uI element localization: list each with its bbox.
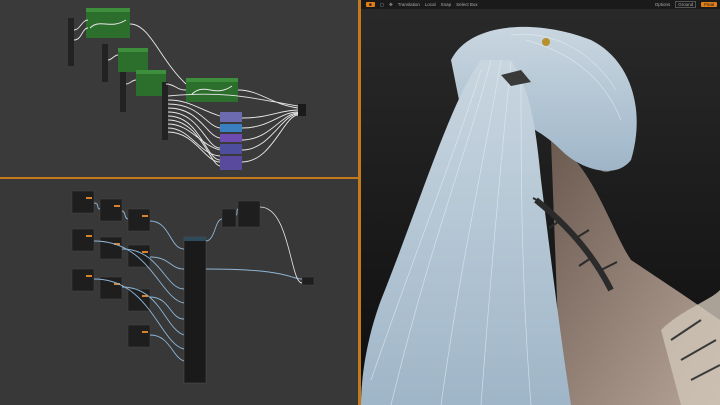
node-upper-group[interactable] [221, 200, 315, 286]
node-list-3[interactable] [120, 72, 126, 112]
node-list-4[interactable] [162, 82, 168, 140]
toolbar-ground[interactable]: Ground [675, 1, 697, 8]
node-color-stack[interactable] [220, 112, 242, 170]
toolbar-snap[interactable]: Snap [441, 2, 452, 7]
toolbar-translation[interactable]: Translation [398, 2, 420, 7]
node-graph-bottom-canvas[interactable] [0, 179, 358, 405]
viewport-toolbar: ■ ▢ ✥ Translation Local Snap Select Box … [361, 0, 720, 9]
node-large-list[interactable] [183, 236, 207, 384]
node-list-1[interactable] [68, 18, 74, 66]
node-output[interactable] [298, 104, 306, 116]
node-green-4[interactable] [186, 78, 238, 102]
viewport-render [361, 0, 720, 405]
node-green-1[interactable] [86, 8, 130, 38]
toolbar-select[interactable]: Select Box [456, 2, 478, 7]
move-icon[interactable]: ✥ [389, 2, 393, 8]
node-graph-bottom-panel[interactable] [0, 179, 358, 405]
toolbar-render[interactable]: Final [701, 2, 717, 7]
3d-viewport[interactable]: ■ ▢ ✥ Translation Local Snap Select Box … [361, 0, 720, 405]
node-small-group[interactable] [71, 190, 151, 348]
toolbar-local[interactable]: Local [425, 2, 436, 7]
hair-pin [542, 38, 550, 46]
viewport-options-icon[interactable]: ▢ [380, 2, 384, 8]
node-green-3[interactable] [136, 70, 166, 96]
node-list-2[interactable] [102, 44, 108, 82]
viewport-menu-icon[interactable]: ■ [366, 2, 375, 7]
toolbar-options[interactable]: Options [655, 2, 671, 7]
node-green-2[interactable] [118, 48, 148, 72]
node-graph-top-canvas[interactable] [0, 0, 358, 177]
node-graph-top-panel[interactable] [0, 0, 358, 177]
